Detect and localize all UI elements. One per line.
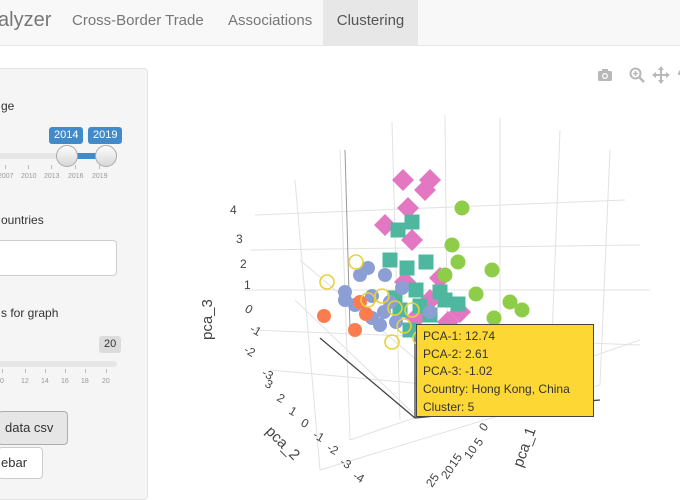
cluster-marker[interactable] [450,254,466,270]
grid-line [599,149,611,386]
tick-mark [51,165,52,169]
tab-associations[interactable]: Associations [214,0,326,46]
tick-label: 1 [244,278,251,292]
tick-mark [75,165,76,169]
tick-label: -3 [338,454,355,472]
tick-mark [45,369,46,373]
download-csv-button[interactable]: data csv [0,411,68,445]
navbar: alyzer Cross-Border Trade Associations C… [0,0,680,46]
axis-title-x: pca_1 [510,425,540,469]
hover-tooltip: PCA-1: 12.74 PCA-2: 2.61 PCA-3: -1.02 Co… [416,324,594,417]
cluster-marker[interactable] [408,282,424,298]
tick-mark [25,369,26,373]
cluster-3d-scatter[interactable]: -3-2-1012343210-1-2-3-40510152025 pca_3p… [150,50,680,500]
cluster-marker[interactable] [390,222,406,238]
grid-line [254,199,626,216]
cluster-marker[interactable] [404,214,420,230]
graph-count-track[interactable] [0,361,117,367]
app-brand[interactable]: alyzer [0,9,51,32]
cube-edge [319,337,416,419]
cluster-marker[interactable] [395,281,409,295]
cluster-marker[interactable] [484,262,500,278]
graph-tick: 16 [61,378,69,385]
tab-cross-border-trade[interactable]: Cross-Border Trade [58,0,218,46]
tick-label: 2 [275,390,288,406]
tick-mark [99,165,100,169]
cluster-marker[interactable] [437,267,453,283]
tick-mark [5,165,6,169]
countries-label: ountries [1,213,44,227]
tick-label: 0 [476,420,491,434]
tick-mark [106,369,107,373]
range-tick: 2010 [21,173,37,180]
graph-count-label: s for graph [1,306,59,320]
cluster-marker[interactable] [348,254,364,270]
tick-label: 0 [299,415,312,431]
range-tick: 2016 [68,173,84,180]
cluster-marker[interactable] [384,334,400,350]
cluster-marker[interactable] [338,293,352,307]
tick-label: 3 [236,232,243,246]
year-range-label: ge [1,99,15,113]
graph-tick: 0 [0,378,4,385]
cluster-marker[interactable] [348,323,362,337]
cluster-marker[interactable] [399,260,415,276]
range-tick: 2019 [92,173,108,180]
graph-tick: 20 [102,378,110,385]
range-from-badge: 2014 [49,127,84,144]
tick-label: 0 [243,301,256,317]
axis-title-z: pca_3 [199,299,216,340]
cluster-marker[interactable] [319,274,335,290]
toggle-sidebar-button[interactable]: ebar [0,447,43,479]
cluster-marker[interactable] [392,169,414,191]
tick-label: -2 [325,440,342,458]
grid-line [391,121,401,421]
range-to-handle[interactable] [95,145,117,167]
tooltip-line: PCA-2: 2.61 [423,346,489,361]
cluster-marker[interactable] [373,318,387,332]
graph-tick: 18 [81,378,89,385]
tooltip-line: Cluster: 5 [423,399,475,414]
cluster-marker[interactable] [444,237,460,253]
scatter-markers[interactable] [317,169,530,350]
cluster-marker[interactable] [382,252,398,268]
country-select-input[interactable] [0,240,117,276]
tick-label: -2 [242,342,259,360]
cluster-marker[interactable] [317,309,331,323]
tooltip-line: Country: Hong Kong, China [423,382,570,397]
tick-label: 4 [230,203,237,217]
cluster-marker[interactable] [437,292,453,308]
graph-tick: 12 [21,378,29,385]
range-tick: 2013 [44,173,60,180]
tick-label: 2 [240,257,247,271]
cluster-marker[interactable] [468,286,484,302]
cluster-marker[interactable] [423,305,437,319]
range-tick: 2007 [0,173,14,180]
cluster-marker[interactable] [514,302,530,318]
cluster-marker[interactable] [450,296,466,312]
tooltip-line: PCA-1: 12.74 [423,329,496,343]
cluster-marker[interactable] [418,254,434,270]
tooltip-line: PCA-3: -1.02 [423,364,493,379]
cluster-marker[interactable] [389,315,403,329]
tick-label: -4 [351,468,368,486]
tick-mark [2,369,3,373]
tick-label: -1 [311,427,328,445]
range-from-handle[interactable] [56,145,78,167]
cluster-marker[interactable] [454,200,470,216]
tab-clustering[interactable]: Clustering [323,0,418,46]
tick-mark [65,369,66,373]
tick-label: 1 [287,403,300,419]
cluster-marker[interactable] [359,307,373,321]
range-to-badge: 2019 [88,127,123,144]
axis-title-y: pca_2 [262,423,303,464]
graph-tick: 14 [41,378,49,385]
tick-mark [85,369,86,373]
cluster-marker[interactable] [378,268,392,282]
tick-label: -1 [248,321,265,339]
tick-mark [28,165,29,169]
graph-count-badge: 20 [99,336,122,353]
